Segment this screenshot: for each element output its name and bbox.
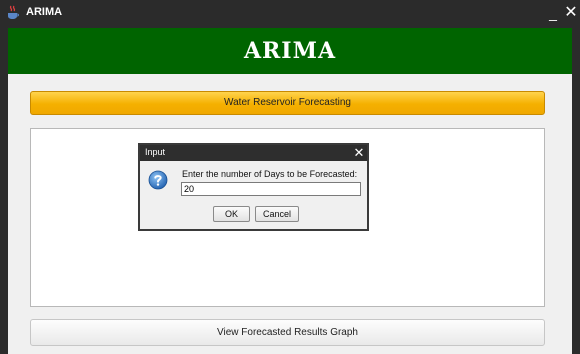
cancel-button[interactable]: Cancel [255,206,299,222]
close-button[interactable]: ✕ [563,3,579,23]
app-window: ARIMA _ ✕ ARIMA Water Reservoir Forecast… [0,0,580,354]
dialog-prompt: Enter the number of Days to be Forecaste… [182,169,358,179]
dialog-close-button[interactable]: ✕ [352,145,366,161]
ok-button[interactable]: OK [213,206,250,222]
page-title: ARIMA [243,38,337,64]
header-banner: ARIMA [8,28,572,74]
window-frame-left [0,28,8,354]
window-title: ARIMA [26,6,63,18]
java-cup-icon [8,5,19,19]
input-dialog: Input ✕ Enter the number of Days to be F… [138,143,369,231]
dialog-title: Input [145,147,166,157]
question-icon [148,170,168,190]
minimize-button[interactable]: _ [546,4,560,22]
window-frame-right [572,28,580,354]
title-bar: ARIMA _ ✕ [0,0,580,28]
dialog-title-bar: Input ✕ [140,145,367,161]
water-reservoir-forecasting-button[interactable]: Water Reservoir Forecasting [30,91,545,115]
days-input[interactable] [181,182,361,196]
view-graph-button[interactable]: View Forecasted Results Graph [30,319,545,346]
